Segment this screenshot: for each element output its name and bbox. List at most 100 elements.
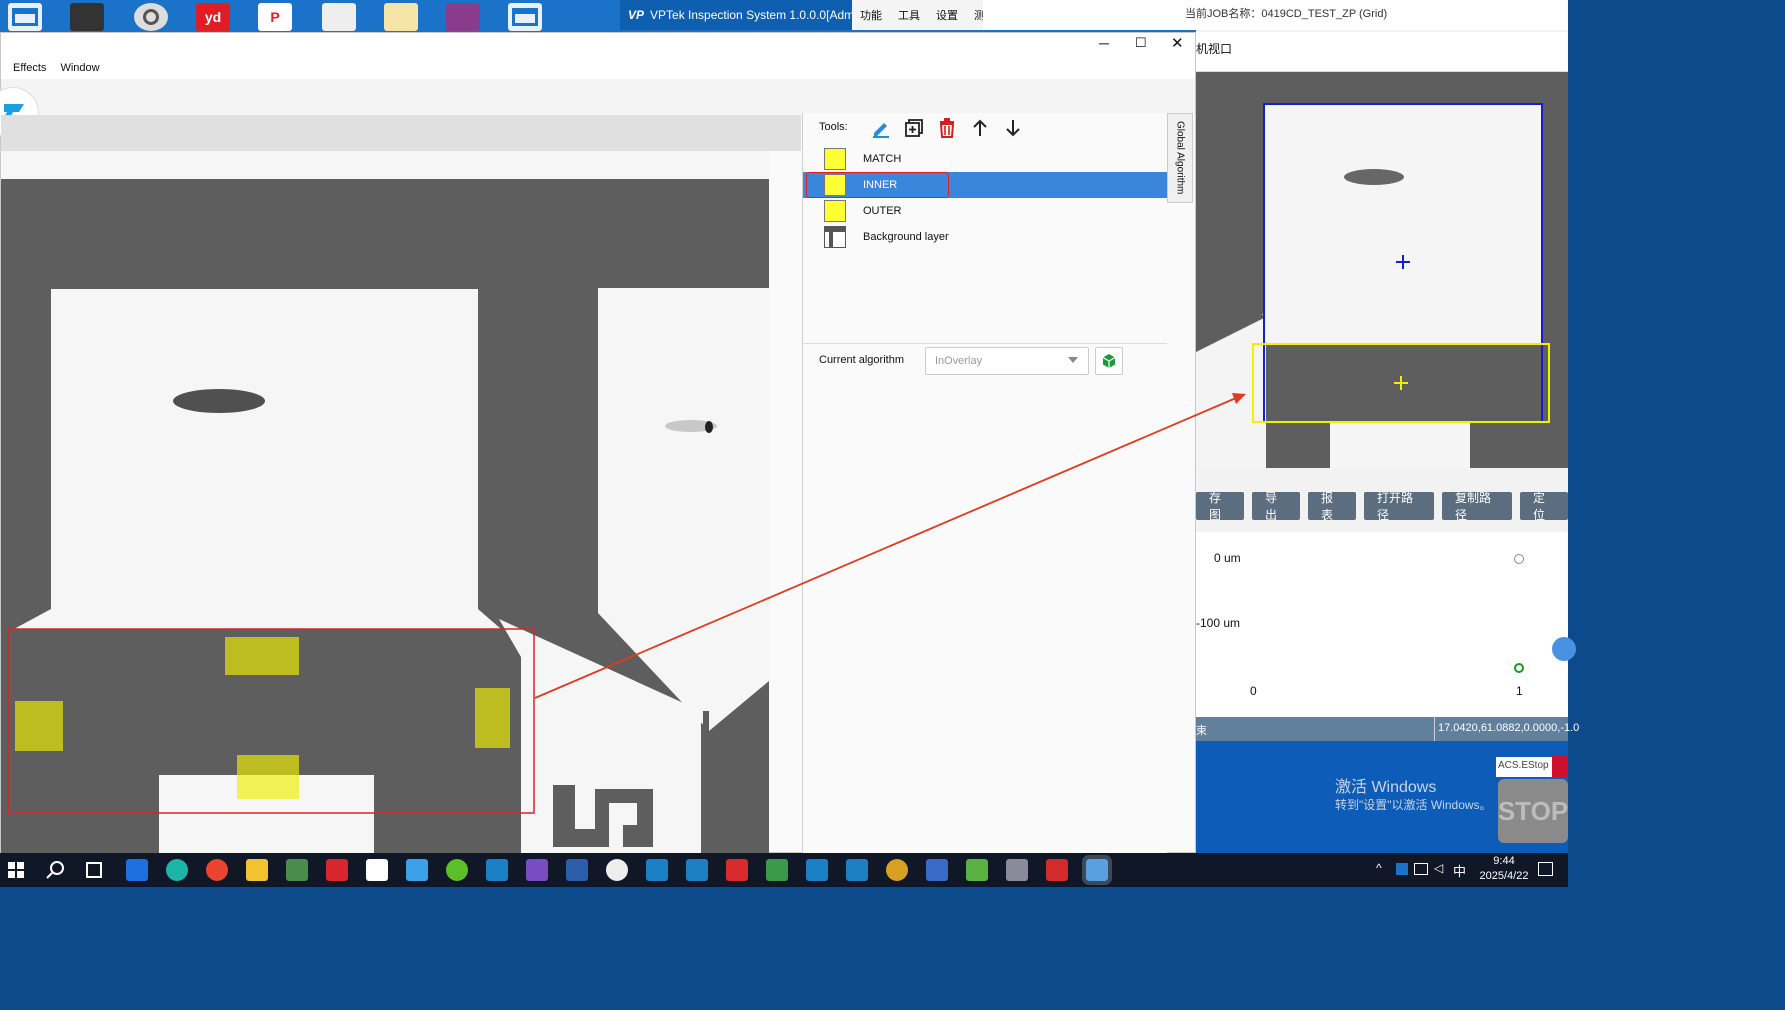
plot-xtick-0: 0 xyxy=(1250,684,1257,698)
activation-area: 激活 Windows 转到"设置"以激活 Windows。 ACS.EStop … xyxy=(1196,741,1568,853)
roi-top[interactable] xyxy=(225,637,299,675)
roi-left[interactable] xyxy=(15,701,63,751)
clock[interactable]: 9:44 2025/4/22 xyxy=(1474,854,1534,884)
vis-app-icon[interactable] xyxy=(486,859,508,881)
view-tab-label[interactable]: 机视口 xyxy=(1196,40,1232,57)
msg-app-icon[interactable] xyxy=(606,859,628,881)
taskbar-app-icon[interactable] xyxy=(1006,859,1028,881)
archive-app-icon[interactable] xyxy=(446,3,480,31)
camera-view-graphic xyxy=(1196,103,1568,468)
taskbar-app-icon[interactable] xyxy=(1046,859,1068,881)
roi-editor-dialog: ─ ☐ ✕ Effects Window Tools: MATCH INNER … xyxy=(0,32,1196,854)
app-title-bar[interactable]: VP VPTek Inspection System 1.0.0.0[Admin… xyxy=(620,0,875,30)
ime-indicator[interactable]: 中 xyxy=(1453,861,1466,880)
locate-button[interactable]: 定位 xyxy=(1520,491,1568,522)
clock-date: 2025/4/22 xyxy=(1479,870,1529,882)
vp-logo-icon: VP xyxy=(628,8,645,22)
roi-bottom[interactable] xyxy=(237,755,299,799)
open-path-button[interactable]: 打开路径 xyxy=(1364,491,1434,522)
taskbar-app-icon[interactable] xyxy=(966,859,988,881)
minimize-icon[interactable]: ─ xyxy=(1099,35,1109,51)
taskbar-app-icon[interactable] xyxy=(446,859,468,881)
arrow-down-icon[interactable] xyxy=(1003,118,1023,138)
task-view-icon[interactable] xyxy=(86,862,102,878)
file-explorer-icon[interactable] xyxy=(246,859,268,881)
stop-button[interactable]: STOP xyxy=(1498,779,1568,843)
app-menu-bar: 功能 工具 设置 测量 xyxy=(852,0,1004,30)
edit-icon[interactable] xyxy=(871,117,891,139)
layer-item-inner[interactable]: INNER xyxy=(803,172,1167,198)
estop-flag-icon[interactable] xyxy=(1552,755,1568,777)
vis-app-icon[interactable] xyxy=(806,859,828,881)
roi-right[interactable] xyxy=(475,688,510,748)
report-button[interactable]: 报表 xyxy=(1308,491,1356,522)
youdao-app-icon[interactable]: yd xyxy=(196,3,230,31)
collapse-handle-icon[interactable] xyxy=(1552,637,1576,661)
notification-icon[interactable] xyxy=(1538,862,1553,876)
measurement-plot: 0 um -100 um 0 1 xyxy=(1196,532,1576,717)
search-icon[interactable] xyxy=(46,860,66,880)
window2-app-icon[interactable] xyxy=(508,3,542,31)
menu-item-settings[interactable]: 设置 xyxy=(928,7,966,23)
taskbar-app-icon[interactable] xyxy=(406,859,428,881)
menu-item-tools[interactable]: 工具 xyxy=(890,7,928,23)
add-layer-icon[interactable] xyxy=(904,118,924,138)
export-button[interactable]: 导出 xyxy=(1252,491,1300,522)
chrome-icon[interactable] xyxy=(206,859,228,881)
window-app-icon[interactable] xyxy=(8,3,42,31)
menu-item-function[interactable]: 功能 xyxy=(852,7,890,23)
menu-window[interactable]: Window xyxy=(60,62,99,74)
taskbar-app-icon[interactable] xyxy=(326,859,348,881)
plot-xtick-1: 1 xyxy=(1516,684,1523,698)
arrow-up-icon[interactable] xyxy=(970,118,990,138)
folder-app-icon[interactable] xyxy=(384,3,418,31)
clock-time: 9:44 xyxy=(1493,855,1515,867)
image-canvas[interactable] xyxy=(1,151,769,854)
vis-app-icon[interactable] xyxy=(846,859,868,881)
tray-chevron-icon[interactable]: ^ xyxy=(1376,861,1382,875)
taskbar-app-icon[interactable] xyxy=(886,859,908,881)
plot-point xyxy=(1514,554,1524,564)
taskbar-app-icon[interactable] xyxy=(286,859,308,881)
taskbar-app-icon[interactable] xyxy=(126,859,148,881)
delete-icon[interactable] xyxy=(937,117,957,139)
dialog-menu-bar: Effects Window xyxy=(1,57,1195,79)
layer-item-background[interactable]: Background layer xyxy=(803,224,1167,250)
taskbar: ^ ◁ 中 9:44 2025/4/22 xyxy=(0,853,1568,887)
notepad-icon[interactable] xyxy=(366,859,388,881)
taskbar-app-icon[interactable] xyxy=(766,859,788,881)
visual-studio-icon[interactable] xyxy=(526,859,548,881)
right-action-buttons: 存图 导出 报表 打开路径 复制路径 定位 xyxy=(1196,491,1568,524)
active-app-icon[interactable] xyxy=(1082,855,1112,885)
installer-app-icon[interactable] xyxy=(322,3,356,31)
camera-view[interactable] xyxy=(1196,72,1568,468)
close-icon[interactable]: ✕ xyxy=(1171,34,1184,52)
tray-app-icon[interactable] xyxy=(1396,863,1408,875)
layer-item-outer[interactable]: OUTER xyxy=(803,198,1167,224)
pdf-app-icon[interactable]: P xyxy=(258,3,292,31)
background-layer-icon xyxy=(824,226,846,248)
edge-icon[interactable] xyxy=(166,859,188,881)
taskbar-app-icon[interactable] xyxy=(926,859,948,881)
vis-app-icon[interactable] xyxy=(686,859,708,881)
plot-point xyxy=(1514,663,1524,673)
copy-path-button[interactable]: 复制路径 xyxy=(1442,491,1512,522)
save-image-button[interactable]: 存图 xyxy=(1196,491,1244,522)
camera-app-icon[interactable] xyxy=(134,3,168,31)
volume-icon[interactable]: ◁ xyxy=(1434,861,1443,875)
algorithm-settings-button[interactable] xyxy=(1095,347,1123,375)
layer-item-match[interactable]: MATCH xyxy=(803,146,1167,172)
algorithm-select[interactable]: InOverlay xyxy=(925,347,1089,375)
wps-icon[interactable] xyxy=(726,859,748,881)
cube-icon xyxy=(1102,354,1116,368)
menu-effects[interactable]: Effects xyxy=(13,62,46,74)
dialog-title-bar[interactable]: ─ ☐ ✕ xyxy=(1,33,1195,57)
network-icon[interactable] xyxy=(1414,863,1428,875)
vis-app-icon[interactable] xyxy=(646,859,668,881)
taskbar-app-icon[interactable] xyxy=(566,859,588,881)
device-app-icon[interactable] xyxy=(70,3,104,31)
global-algorithm-tab[interactable]: Global Algorithm xyxy=(1167,113,1193,203)
maximize-icon[interactable]: ☐ xyxy=(1135,35,1147,51)
estop-label: ACS.EStop xyxy=(1496,757,1552,777)
windows-start-icon[interactable] xyxy=(8,862,24,878)
